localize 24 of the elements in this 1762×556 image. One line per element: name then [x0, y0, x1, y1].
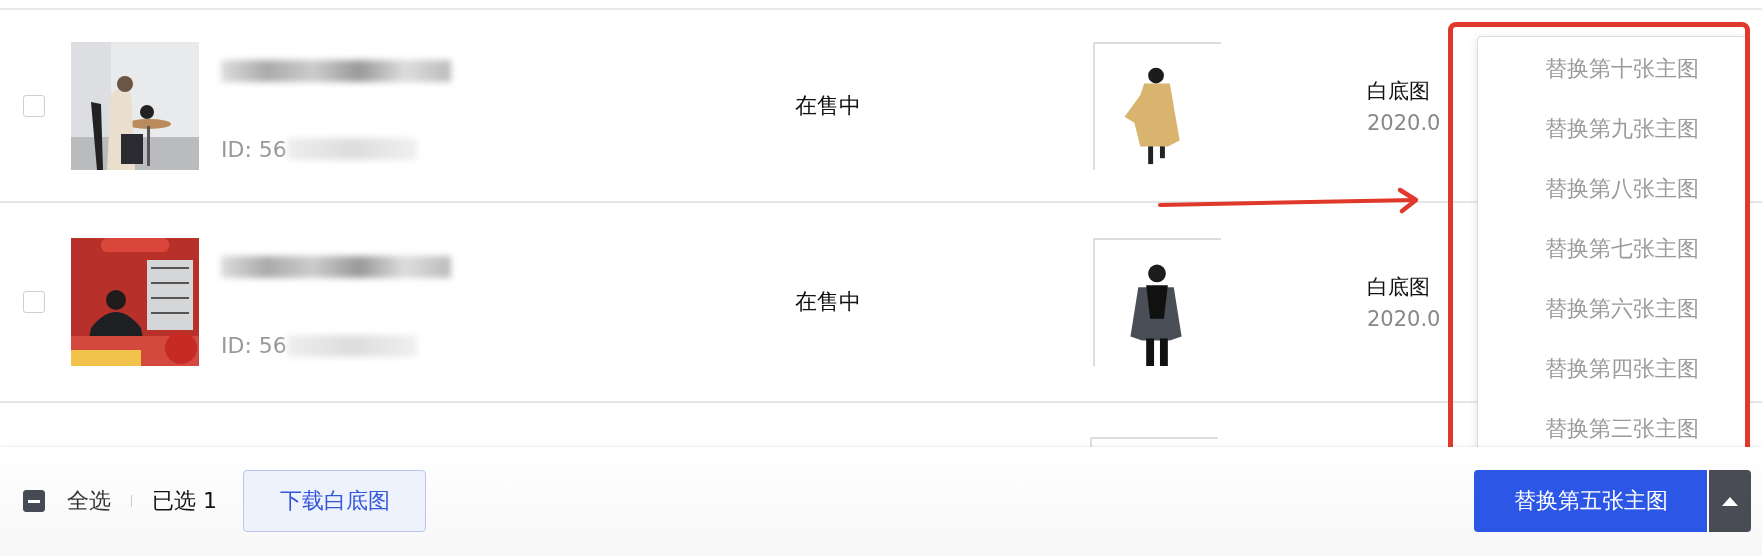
image-type-label: 白底图 — [1367, 274, 1431, 301]
dropdown-toggle[interactable] — [1709, 470, 1751, 533]
menu-item[interactable]: 替换第六张主图 — [1525, 289, 1699, 349]
menu-item[interactable]: 替换第十张主图 — [1525, 49, 1699, 109]
caret-up-icon — [1722, 496, 1738, 507]
status-text: 在售中 — [795, 91, 862, 120]
replace-button[interactable]: 替换第五张主图 — [1474, 470, 1707, 533]
date-text: 2020.0 — [1367, 307, 1441, 331]
status-text: 在售中 — [795, 288, 862, 316]
selected-count: 已选 1 — [152, 487, 217, 516]
menu-item[interactable]: 替换第八张主图 — [1525, 169, 1699, 229]
select-all-label[interactable]: 全选 — [67, 486, 111, 517]
menu-item[interactable]: 替换第三张主图 — [1525, 409, 1699, 447]
date-text: 2020.0 — [1367, 110, 1441, 135]
product-id: ID: 56 — [221, 136, 287, 162]
menu-item[interactable]: 替换第九张主图 — [1525, 109, 1699, 169]
row-checkbox[interactable] — [23, 291, 45, 313]
product-id: ID: 56 — [221, 333, 287, 358]
row-checkbox[interactable] — [23, 94, 45, 117]
menu-item[interactable]: 替换第七张主图 — [1525, 229, 1699, 289]
menu-item[interactable]: 替换第四张主图 — [1525, 349, 1699, 409]
image-type-label: 白底图 — [1367, 77, 1431, 105]
select-all-checkbox[interactable] — [23, 490, 45, 513]
download-button[interactable]: 下载白底图 — [243, 470, 426, 533]
